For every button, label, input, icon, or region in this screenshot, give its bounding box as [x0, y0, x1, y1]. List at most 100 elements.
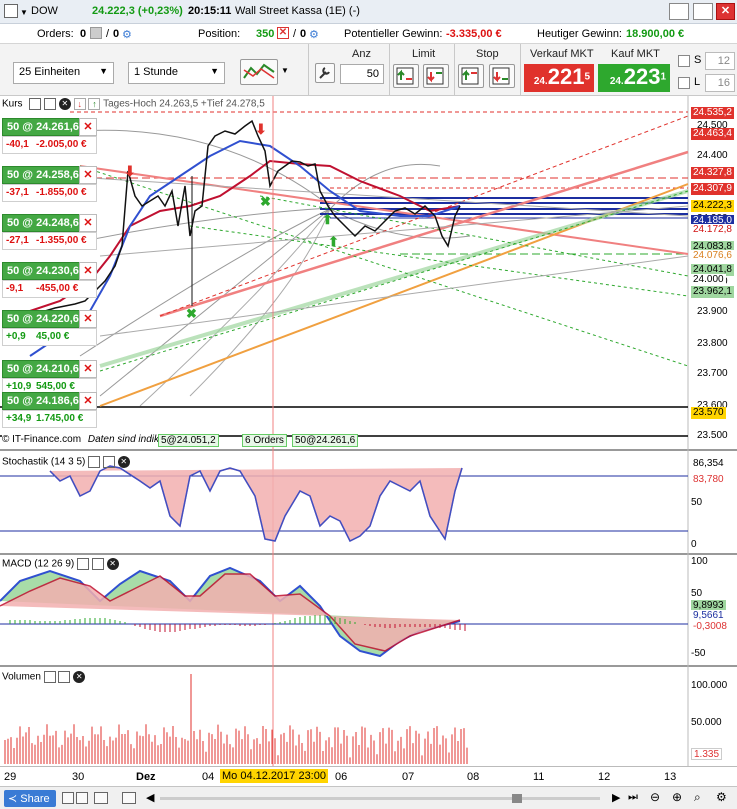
order-eur: 1.745,00 € — [36, 413, 84, 424]
order-label[interactable]: 50 @ 24.248,6 ✕ — [2, 214, 97, 232]
zoom-in-icon[interactable]: ⊕ — [672, 790, 682, 804]
close-order-icon[interactable]: ✕ — [79, 118, 97, 136]
scroll-right-icon[interactable]: ▶ — [612, 791, 620, 804]
potential-gain-value: -3.335,00 € — [446, 28, 502, 40]
indicator-button[interactable] — [240, 59, 278, 85]
buy-limit-icon — [396, 67, 414, 85]
close-icon[interactable]: ✕ — [73, 671, 86, 683]
chevron-down-icon[interactable]: ▼ — [20, 8, 28, 17]
minimize-icon[interactable] — [693, 3, 713, 20]
buy-market-button[interactable]: 24.2231 — [598, 64, 670, 92]
wrench-icon[interactable] — [77, 558, 90, 570]
order-label[interactable]: 50 @ 24.258,6 ✕ — [2, 166, 97, 184]
close-icon[interactable]: ✕ — [716, 3, 735, 20]
chevron-down-icon[interactable]: ▼ — [281, 66, 289, 75]
sell-limit-button[interactable] — [423, 64, 449, 88]
macd-value-tag: -0,3008 — [691, 621, 729, 633]
gear-icon[interactable]: ⚙ — [122, 28, 132, 41]
buy-price-prefix: 24. — [609, 76, 624, 87]
share-button[interactable]: ≺ Share — [4, 790, 56, 807]
close-order-icon[interactable]: ✕ — [79, 360, 97, 378]
close-icon[interactable]: ✕ — [117, 456, 130, 468]
close-icon[interactable]: ✕ — [106, 558, 119, 570]
x-tick: 06 — [335, 771, 348, 783]
sell-price-main: 221 — [547, 64, 585, 89]
interval-select[interactable]: 1 Stunde ▼ — [128, 62, 225, 84]
buy-arrow-icon[interactable]: ↑ — [88, 98, 101, 110]
buy-limit-button[interactable] — [393, 64, 419, 88]
wrench-icon[interactable] — [43, 671, 56, 683]
l-checkbox[interactable] — [678, 77, 690, 89]
price-axis-label: 24.400 — [697, 150, 728, 161]
order-tag[interactable]: 50@24.261,6 — [292, 434, 359, 447]
close-position-icon[interactable]: ✕ — [277, 27, 289, 39]
sell-stop-button[interactable] — [489, 64, 515, 88]
maximize-icon[interactable] — [58, 671, 71, 683]
chart-type-icon[interactable] — [76, 792, 88, 804]
order-item[interactable]: 50 @ 24.258,6 ✕ -37,1 -1.855,00 € — [2, 166, 97, 202]
close-order-icon[interactable]: ✕ — [79, 262, 97, 280]
maximize-icon[interactable] — [102, 456, 115, 468]
chart-area[interactable]: ⬇ ⬇ ✖ ✖ ⬆ ⬆ Kurs ✕ ↓ ↑ Tages-Hoch 24.263… — [0, 96, 737, 766]
potential-gain-label: Potentieller Gewinn: — [344, 28, 443, 40]
buy-stop-icon — [461, 67, 479, 85]
today-gain-label: Heutiger Gewinn: — [537, 28, 622, 40]
sell-price-prefix: 24. — [533, 76, 548, 87]
order-eur: -1.855,00 € — [36, 187, 87, 198]
wrench-icon[interactable] — [29, 98, 42, 110]
order-label-text: 50 @ 24.230,6 — [7, 265, 79, 277]
order-item[interactable]: 50 @ 24.210,6 ✕ +10,9 545,00 € — [2, 360, 97, 396]
chart-canvas[interactable]: ⬇ ⬇ ✖ ✖ ⬆ ⬆ — [0, 96, 737, 766]
s-checkbox[interactable] — [678, 55, 690, 67]
price-tag: 24.535,2 — [691, 107, 734, 119]
symbol-label: DOW — [31, 5, 58, 17]
orders-count-tag[interactable]: 6 Orders — [242, 434, 287, 447]
maximize-icon[interactable] — [44, 98, 57, 110]
order-item[interactable]: 50 @ 24.261,6 ✕ -40,1 -2.005,00 € — [2, 118, 97, 154]
close-order-icon[interactable]: ✕ — [79, 310, 97, 328]
order-label[interactable]: 50 @ 24.220,6 ✕ — [2, 310, 97, 328]
order-label[interactable]: 50 @ 24.210,6 ✕ — [2, 360, 97, 378]
sell-market-button[interactable]: 24.2215 — [524, 64, 594, 92]
close-icon[interactable]: ✕ — [58, 98, 71, 110]
units-select[interactable]: 25 Einheiten ▼ — [13, 62, 114, 84]
buy-stop-button[interactable] — [458, 64, 484, 88]
close-order-icon[interactable]: ✕ — [79, 214, 97, 232]
save-icon[interactable] — [122, 792, 136, 804]
order-item[interactable]: 50 @ 24.248,6 ✕ -27,1 -1.355,00 € — [2, 214, 97, 250]
sell-arrow-icon[interactable]: ↓ — [73, 98, 86, 110]
window-menu-icon[interactable] — [4, 4, 18, 18]
wrench-icon[interactable] — [88, 456, 101, 468]
menu-icon[interactable] — [669, 3, 689, 20]
order-label[interactable]: 50 @ 24.230,6 ✕ — [2, 262, 97, 280]
settings-icon[interactable]: ⚙ — [716, 790, 727, 804]
scroll-left-icon[interactable]: ◀ — [146, 791, 154, 804]
order-label[interactable]: 50 @ 24.186,6 ✕ — [2, 392, 97, 410]
order-item[interactable]: 50 @ 24.230,6 ✕ -9,1 -455,00 € — [2, 262, 97, 298]
cursor-time-label: Mo 04.12.2017 23:00 — [220, 769, 328, 783]
time-scrollbar[interactable] — [160, 797, 600, 800]
gear-icon[interactable]: ⚙ — [309, 28, 319, 41]
order-label[interactable]: 50 @ 24.261,6 ✕ — [2, 118, 97, 136]
scroll-end-icon[interactable]: ⏭ — [628, 791, 638, 804]
order-eur: -1.355,00 € — [36, 235, 87, 246]
orders-value: 0 — [80, 28, 87, 40]
print-icon[interactable] — [94, 792, 108, 804]
s-value-field[interactable]: 12 — [705, 52, 735, 70]
zoom-out-icon[interactable]: ⊖ — [650, 790, 660, 804]
price-tag: 24.327,8 — [691, 167, 734, 179]
close-order-icon[interactable]: ✕ — [79, 166, 97, 184]
scrollbar-thumb[interactable] — [512, 794, 522, 803]
cancel-orders-icon[interactable] — [90, 27, 102, 39]
close-order-icon[interactable]: ✕ — [79, 392, 97, 410]
add-icon[interactable] — [62, 792, 74, 804]
order-item[interactable]: 50 @ 24.186,6 ✕ +34,9 1.745,00 € — [2, 392, 97, 428]
l-value-field[interactable]: 16 — [705, 74, 735, 92]
order-tag[interactable]: 5@24.051,2 — [158, 434, 219, 447]
order-item[interactable]: 50 @ 24.220,6 ✕ +0,9 45,00 € — [2, 310, 97, 346]
wrench-icon[interactable] — [315, 63, 335, 83]
maximize-icon[interactable] — [91, 558, 104, 570]
quantity-input[interactable] — [340, 64, 384, 84]
search-icon[interactable]: ⌕ — [694, 790, 701, 805]
macd-title: MACD (12 26 9) — [2, 558, 75, 570]
